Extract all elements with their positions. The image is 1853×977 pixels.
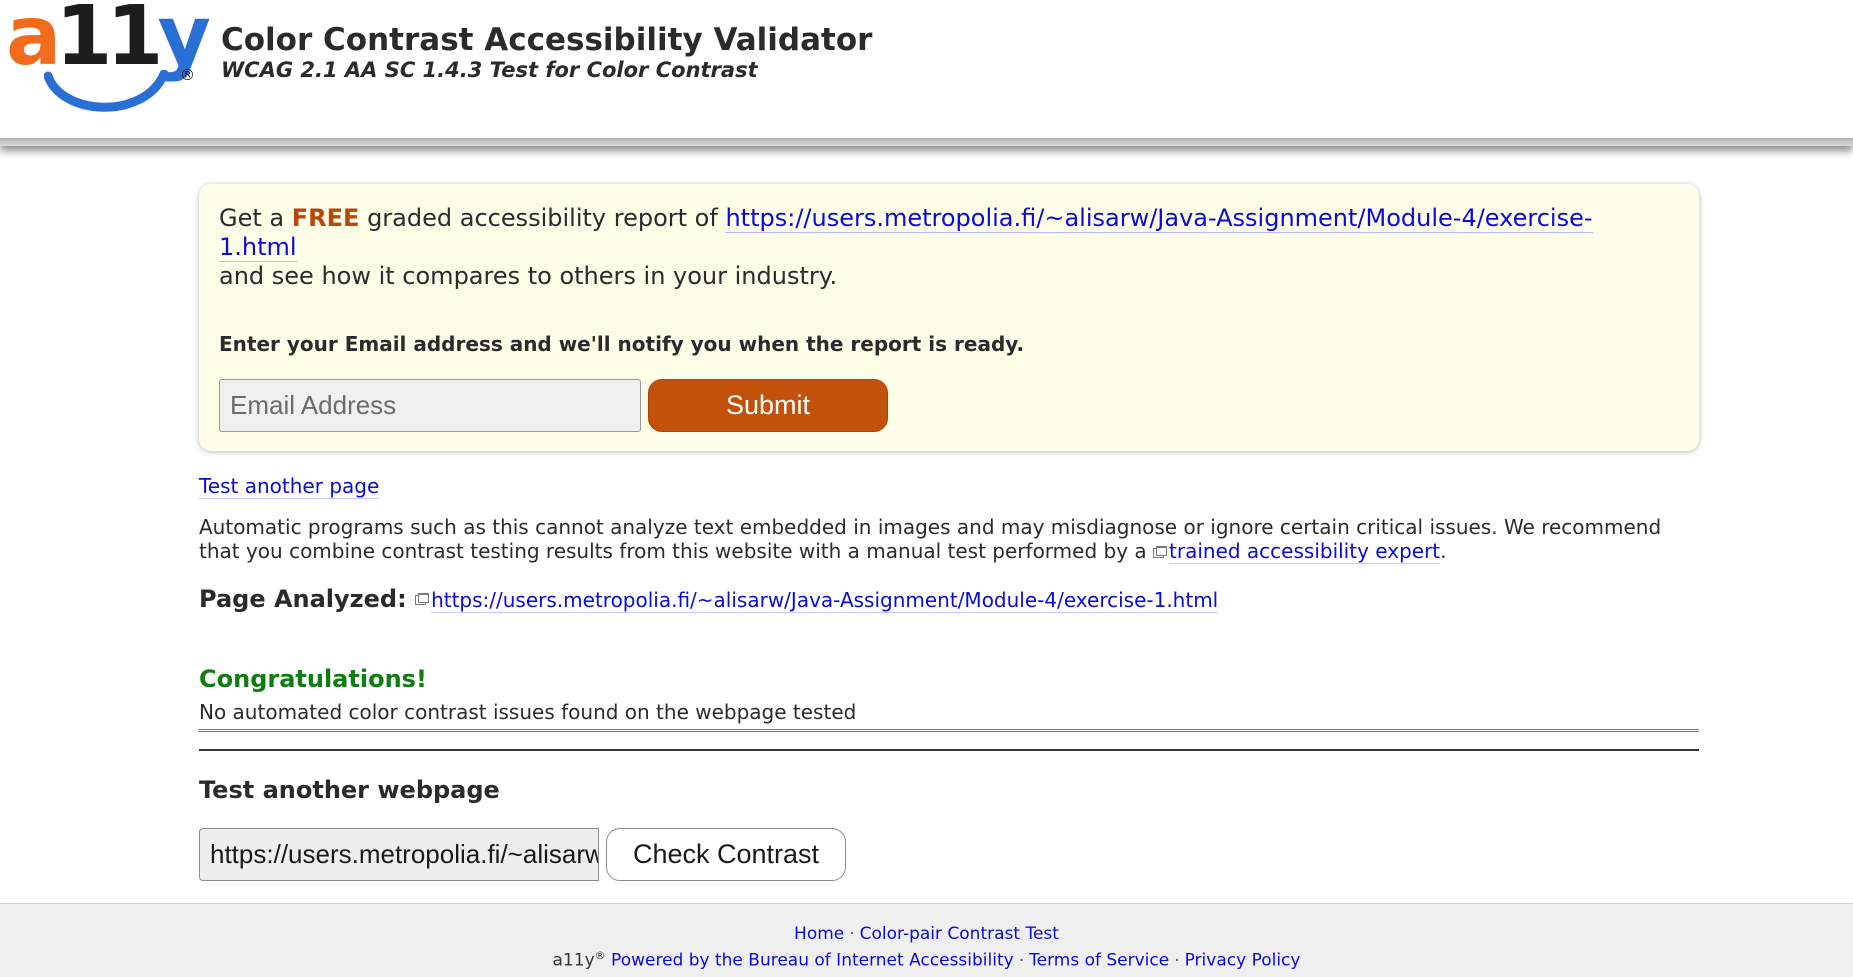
footer-home-link[interactable]: Home (794, 924, 844, 944)
result-heading: Congratulations! (199, 665, 427, 693)
section-divider (199, 749, 1699, 751)
disclaimer-end: . (1440, 539, 1447, 563)
a11y-logo[interactable]: a11y ® (6, 0, 211, 130)
page-title: Color Contrast Accessibility Validator (221, 22, 873, 58)
promo-prefix: Get a (219, 204, 285, 232)
footer-color-pair-link[interactable]: Color-pair Contrast Test (860, 924, 1059, 944)
promo-compare-text: and see how it compares to others in you… (219, 262, 838, 290)
footer-powered-by-link[interactable]: Powered by the Bureau of Internet Access… (611, 951, 1014, 971)
check-contrast-button[interactable]: Check Contrast (606, 828, 846, 881)
submit-button[interactable]: Submit (648, 379, 888, 432)
footer-terms-link[interactable]: Terms of Service (1029, 951, 1169, 971)
page-subtitle: WCAG 2.1 AA SC 1.4.3 Test for Color Cont… (221, 58, 758, 82)
email-input[interactable]: Email Address (219, 379, 641, 432)
trained-expert-link[interactable]: trained accessibility expert (1169, 539, 1441, 564)
test-another-page-link[interactable]: Test another page (199, 474, 380, 499)
page-analyzed-url-link[interactable]: https://users.metropolia.fi/~alisarw/Jav… (431, 588, 1219, 613)
email-prompt: Enter your Email address and we'll notif… (219, 332, 1025, 356)
footer-separator: · (1174, 950, 1180, 971)
logo-digits-11: 11 (55, 0, 163, 84)
registered-mark: ® (180, 66, 195, 84)
footer-brand: a11y (552, 950, 595, 971)
free-report-promo: Get a FREE graded accessibility report o… (199, 184, 1699, 451)
page-analyzed-label: Page Analyzed: (199, 585, 407, 613)
promo-text: Get a FREE graded accessibility report o… (219, 204, 1639, 262)
url-input[interactable]: https://users.metropolia.fi/~alisarw/Jav… (199, 828, 599, 881)
footer-brand-mark: ® (594, 949, 606, 962)
site-header: a11y ® Color Contrast Accessibility Vali… (0, 0, 1853, 146)
external-link-icon (1153, 545, 1168, 558)
footer-separator: · (1018, 950, 1025, 971)
promo-middle: graded accessibility report of (367, 204, 718, 232)
site-footer: Home · Color-pair Contrast Test a11y® Powe… (0, 903, 1853, 977)
page-analyzed: Page Analyzed: https://users.metropolia.… (199, 585, 1699, 613)
footer-separator: · (849, 924, 855, 944)
logo-letter-a: a (6, 0, 61, 84)
footer-privacy-link[interactable]: Privacy Policy (1185, 951, 1301, 971)
footer-legal: a11y® Powered by the Bureau of Internet … (0, 949, 1853, 971)
external-link-icon (415, 593, 430, 605)
disclaimer-text: Automatic programs such as this cannot a… (199, 515, 1699, 564)
test-another-webpage-heading: Test another webpage (199, 776, 500, 804)
result-message: No automated color contrast issues found… (199, 700, 1699, 732)
logo-wordmark: a11y (6, 0, 211, 78)
footer-nav: Home · Color-pair Contrast Test (0, 924, 1853, 944)
promo-free-label: FREE (291, 204, 360, 232)
